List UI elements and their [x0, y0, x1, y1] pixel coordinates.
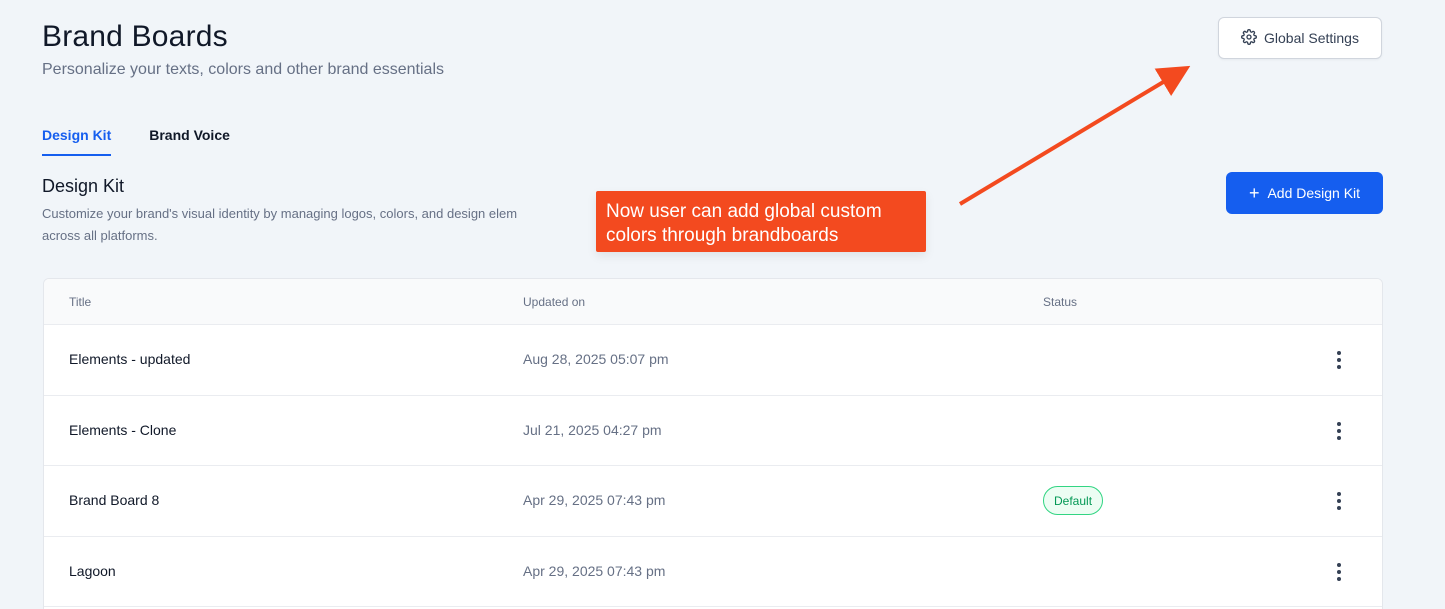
brand-boards-page: Brand Boards Personalize your texts, col…: [0, 0, 1445, 609]
tab-design-kit[interactable]: Design Kit: [42, 127, 112, 156]
row-title[interactable]: Lagoon: [69, 563, 116, 579]
kebab-menu-icon[interactable]: [1328, 348, 1350, 372]
column-header-status[interactable]: Status: [1043, 295, 1077, 309]
row-updated-on: Apr 29, 2025 07:43 pm: [523, 492, 666, 508]
row-title[interactable]: Elements - updated: [69, 351, 190, 367]
design-kit-table: Title Updated on Status Elements - updat…: [43, 278, 1383, 609]
tab-brand-voice[interactable]: Brand Voice: [149, 127, 230, 155]
table-row[interactable]: Brand Board 8 Apr 29, 2025 07:43 pm Defa…: [44, 466, 1382, 537]
global-settings-button[interactable]: Global Settings: [1218, 17, 1382, 59]
global-settings-label: Global Settings: [1264, 30, 1359, 46]
column-header-title[interactable]: Title: [69, 295, 91, 309]
status-badge: Default: [1043, 486, 1104, 515]
section-title: Design Kit: [42, 176, 125, 196]
add-design-kit-label: Add Design Kit: [1267, 185, 1361, 201]
row-updated-on: Apr 29, 2025 07:43 pm: [523, 562, 666, 579]
table-row[interactable]: Elements - Clone Jul 21, 2025 04:27 pm: [44, 395, 1382, 466]
plus-icon: +: [1248, 183, 1260, 203]
kebab-menu-icon[interactable]: [1328, 489, 1350, 513]
section-description-line1: Customize your brand's visual identity b…: [42, 206, 518, 221]
row-updated-on: Aug 28, 2025 05:07 pm: [523, 351, 669, 367]
table-header: Title Updated on Status: [44, 279, 1382, 325]
tab-bar: Design Kit Brand Voice: [42, 127, 230, 156]
add-design-kit-button[interactable]: + Add Design Kit: [1226, 172, 1383, 214]
gear-icon: [1241, 28, 1257, 48]
row-updated-on: Jul 21, 2025 04:27 pm: [523, 421, 662, 438]
page-subtitle: Personalize your texts, colors and other…: [42, 61, 444, 78]
row-title[interactable]: Brand Board 8: [69, 492, 159, 508]
table-row[interactable]: Elements - updated Aug 28, 2025 05:07 pm: [44, 325, 1382, 396]
section-description-line2: across all platforms.: [42, 228, 158, 243]
kebab-menu-icon[interactable]: [1328, 419, 1350, 443]
table-row[interactable]: Lagoon Apr 29, 2025 07:43 pm: [44, 536, 1382, 607]
page-title: Brand Boards: [42, 20, 228, 53]
column-header-updated-on[interactable]: Updated on: [523, 295, 585, 309]
row-title[interactable]: Elements - Clone: [69, 422, 176, 438]
kebab-menu-icon[interactable]: [1328, 560, 1350, 584]
annotation-callout: Now user can add global custom colors th…: [596, 191, 926, 252]
section-description: Customize your brand's visual identity b…: [42, 203, 612, 247]
